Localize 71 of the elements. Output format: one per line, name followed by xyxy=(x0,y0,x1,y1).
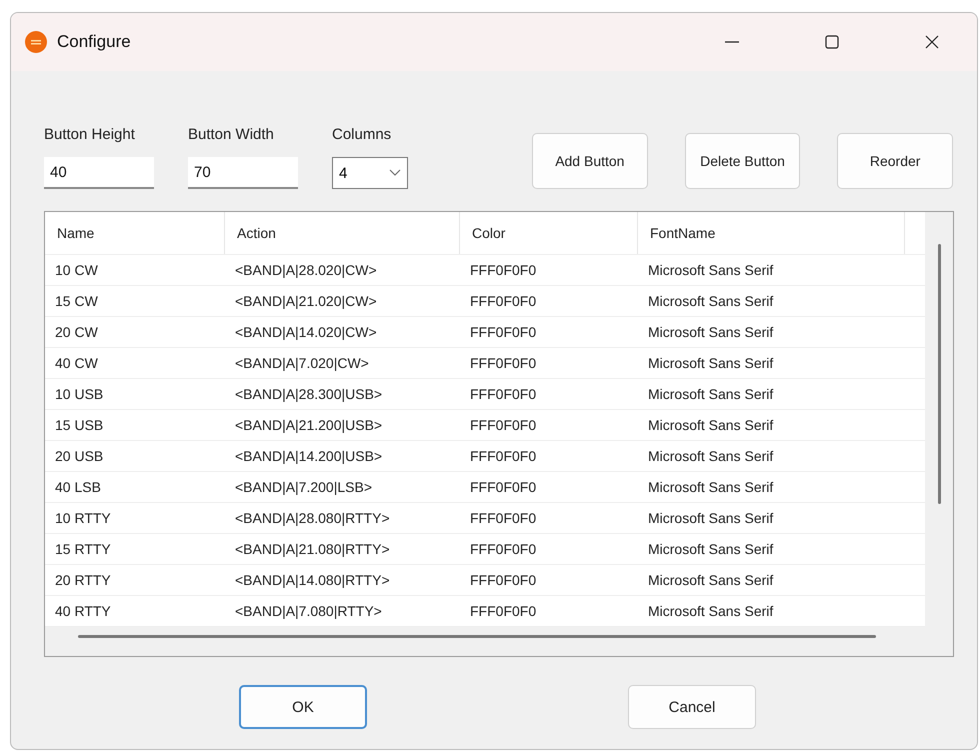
table-cell-text: 20 CW xyxy=(54,323,99,342)
table-cell-text: FFF0F0F0 xyxy=(469,354,538,373)
table-cell-text: FFF0F0F0 xyxy=(469,478,538,497)
table-cell-text: <BAND|A|21.020|CW> xyxy=(234,292,378,311)
table-cell-text: 15 CW xyxy=(54,292,99,311)
table-cell-text: Microsoft Sans Serif xyxy=(647,571,774,590)
table-cell-text: <BAND|A|14.080|RTTY> xyxy=(234,571,391,590)
table-cell-text: Microsoft Sans Serif xyxy=(647,509,774,528)
chevron-down-icon xyxy=(389,169,401,177)
table-cell-text: 40 CW xyxy=(54,354,99,373)
app-icon xyxy=(25,31,47,53)
column-header[interactable]: Color xyxy=(460,212,638,254)
table-cell-text: FFF0F0F0 xyxy=(469,571,538,590)
table-cell-text: Microsoft Sans Serif xyxy=(647,385,774,404)
table-cell-text: <BAND|A|21.200|USB> xyxy=(234,416,384,435)
table-cell-text: Microsoft Sans Serif xyxy=(647,602,774,621)
table-cell-text: FFF0F0F0 xyxy=(469,447,538,466)
table-cell-text: Microsoft Sans Serif xyxy=(647,323,774,342)
close-icon xyxy=(923,33,941,51)
table-cell-text: 20 RTTY xyxy=(54,571,112,590)
action-button[interactable]: Reorder xyxy=(837,133,954,189)
table-cell-text: Microsoft Sans Serif xyxy=(647,447,774,466)
table-cell-text: Microsoft Sans Serif xyxy=(647,416,774,435)
field-label: Columns xyxy=(332,126,392,143)
table-cell-text: <BAND|A|7.080|RTTY> xyxy=(234,602,383,621)
table-cell-text: FFF0F0F0 xyxy=(469,292,538,311)
table-cell-text: 10 RTTY xyxy=(54,509,112,528)
table-cell-text: FFF0F0F0 xyxy=(469,416,538,435)
ok-button[interactable]: OK xyxy=(239,685,367,729)
table-cell-text: 10 USB xyxy=(54,385,104,404)
column-header[interactable]: Name xyxy=(45,212,225,254)
table-cell-text: 15 RTTY xyxy=(54,540,112,559)
table-cell-text: <BAND|A|28.080|RTTY> xyxy=(234,509,391,528)
table-cell-text: Microsoft Sans Serif xyxy=(647,354,774,373)
table-cell-text: Microsoft Sans Serif xyxy=(647,261,774,280)
input-field[interactable]: 70 xyxy=(188,157,298,189)
table-cell-text: FFF0F0F0 xyxy=(469,540,538,559)
columns-dropdown[interactable]: 4 xyxy=(332,157,408,189)
minimize-icon xyxy=(725,41,739,43)
vertical-scrollbar[interactable] xyxy=(938,244,940,504)
table-cell-text: FFF0F0F0 xyxy=(469,323,538,342)
table-cell-text: <BAND|A|28.020|CW> xyxy=(234,261,378,280)
table-cell-text: Microsoft Sans Serif xyxy=(647,540,774,559)
table-cell-text: 10 CW xyxy=(54,261,99,280)
table-cell-text: <BAND|A|14.020|CW> xyxy=(234,323,378,342)
field-label: Button Width xyxy=(188,126,275,143)
table-cell-text: <BAND|A|28.300|USB> xyxy=(234,385,384,404)
table-cell-text: <BAND|A|7.020|CW> xyxy=(234,354,370,373)
table-cell-text: 40 LSB xyxy=(54,478,102,497)
table-cell-text: FFF0F0F0 xyxy=(469,385,538,404)
table-cell-text: <BAND|A|21.080|RTTY> xyxy=(234,540,391,559)
table-cell-text: <BAND|A|7.200|LSB> xyxy=(234,478,373,497)
table-cell-text: <BAND|A|14.200|USB> xyxy=(234,447,384,466)
horizontal-scrollbar[interactable] xyxy=(78,635,876,638)
table-cell-text: 20 USB xyxy=(54,447,104,466)
table-cell-text: FFF0F0F0 xyxy=(469,509,538,528)
table-cell-text: FFF0F0F0 xyxy=(469,261,538,280)
table-cell-text: Microsoft Sans Serif xyxy=(647,478,774,497)
window-title: Configure xyxy=(57,32,132,52)
cancel-button[interactable]: Cancel xyxy=(628,685,756,729)
action-button[interactable]: Add Button xyxy=(532,133,648,189)
table-cell-text: FFF0F0F0 xyxy=(469,602,538,621)
input-field[interactable]: 40 xyxy=(44,157,154,189)
column-header[interactable]: FontName xyxy=(638,212,905,254)
column-header[interactable]: Action xyxy=(225,212,460,254)
table-cell-text: Microsoft Sans Serif xyxy=(647,292,774,311)
field-label: Button Height xyxy=(44,126,136,143)
table-cell-text: 40 RTTY xyxy=(54,602,112,621)
table-cell-text: 15 USB xyxy=(54,416,104,435)
maximize-icon xyxy=(823,33,841,51)
action-button[interactable]: Delete Button xyxy=(684,133,800,189)
